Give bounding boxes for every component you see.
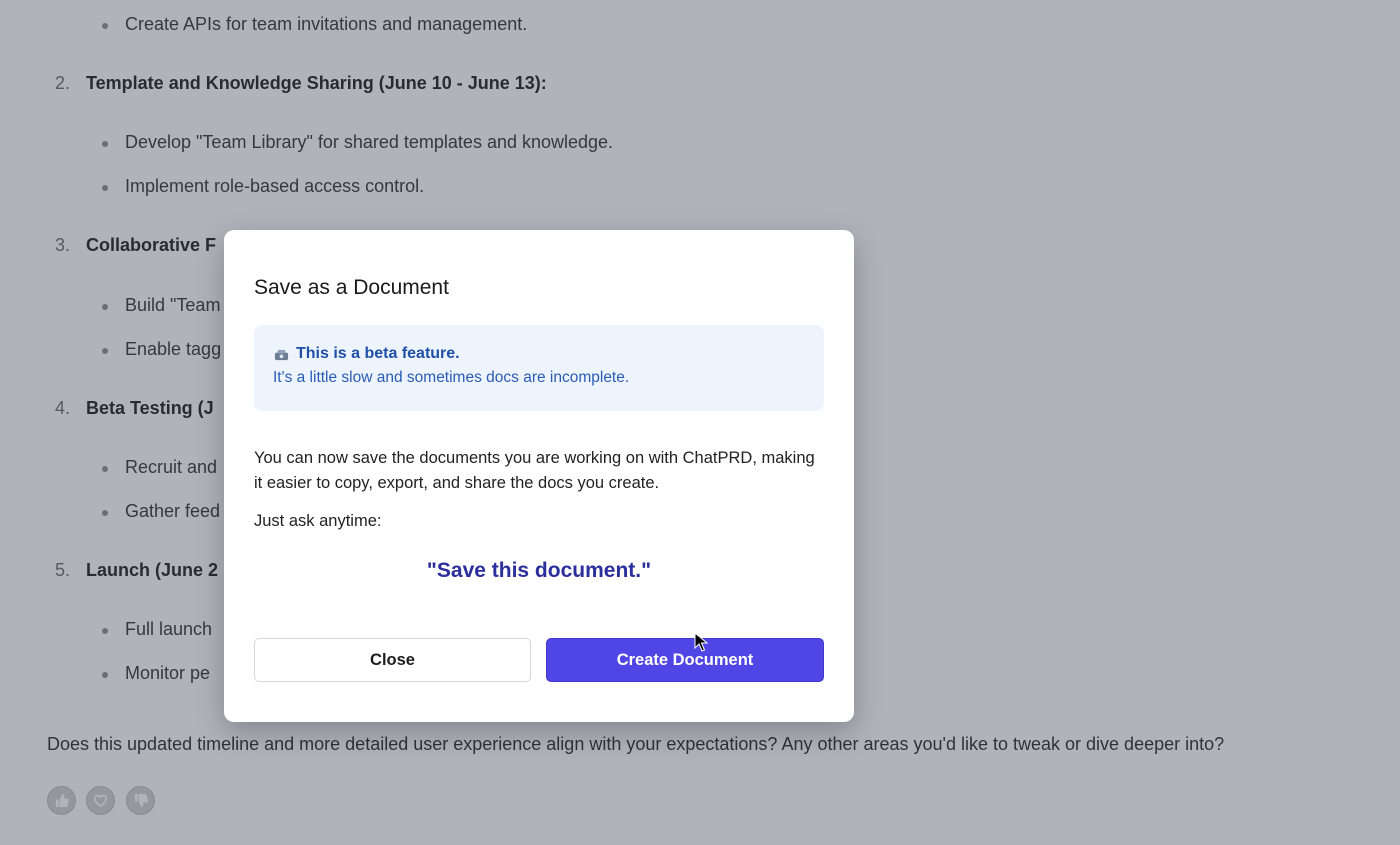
beta-notice-subtitle: It's a little slow and sometimes docs ar… [273, 369, 630, 386]
save-document-dialog: Save as a Document This is a beta featur… [224, 230, 854, 722]
dialog-title: Save as a Document [254, 276, 449, 299]
dialog-description: You can now save the documents you are w… [254, 449, 815, 492]
close-button[interactable]: Close [254, 638, 531, 682]
beta-badge-icon [274, 349, 289, 361]
example-prompt: "Save this document." [426, 559, 652, 582]
mouse-cursor-icon [694, 632, 708, 652]
beta-notice-title: This is a beta feature. [296, 345, 460, 362]
close-button-label: Close [370, 650, 415, 669]
create-document-button-label: Create Document [616, 650, 754, 669]
ask-label: Just ask anytime: [254, 512, 382, 530]
beta-notice: This is a beta feature. It's a little sl… [254, 325, 824, 411]
create-document-button[interactable]: Create Document [546, 638, 824, 682]
